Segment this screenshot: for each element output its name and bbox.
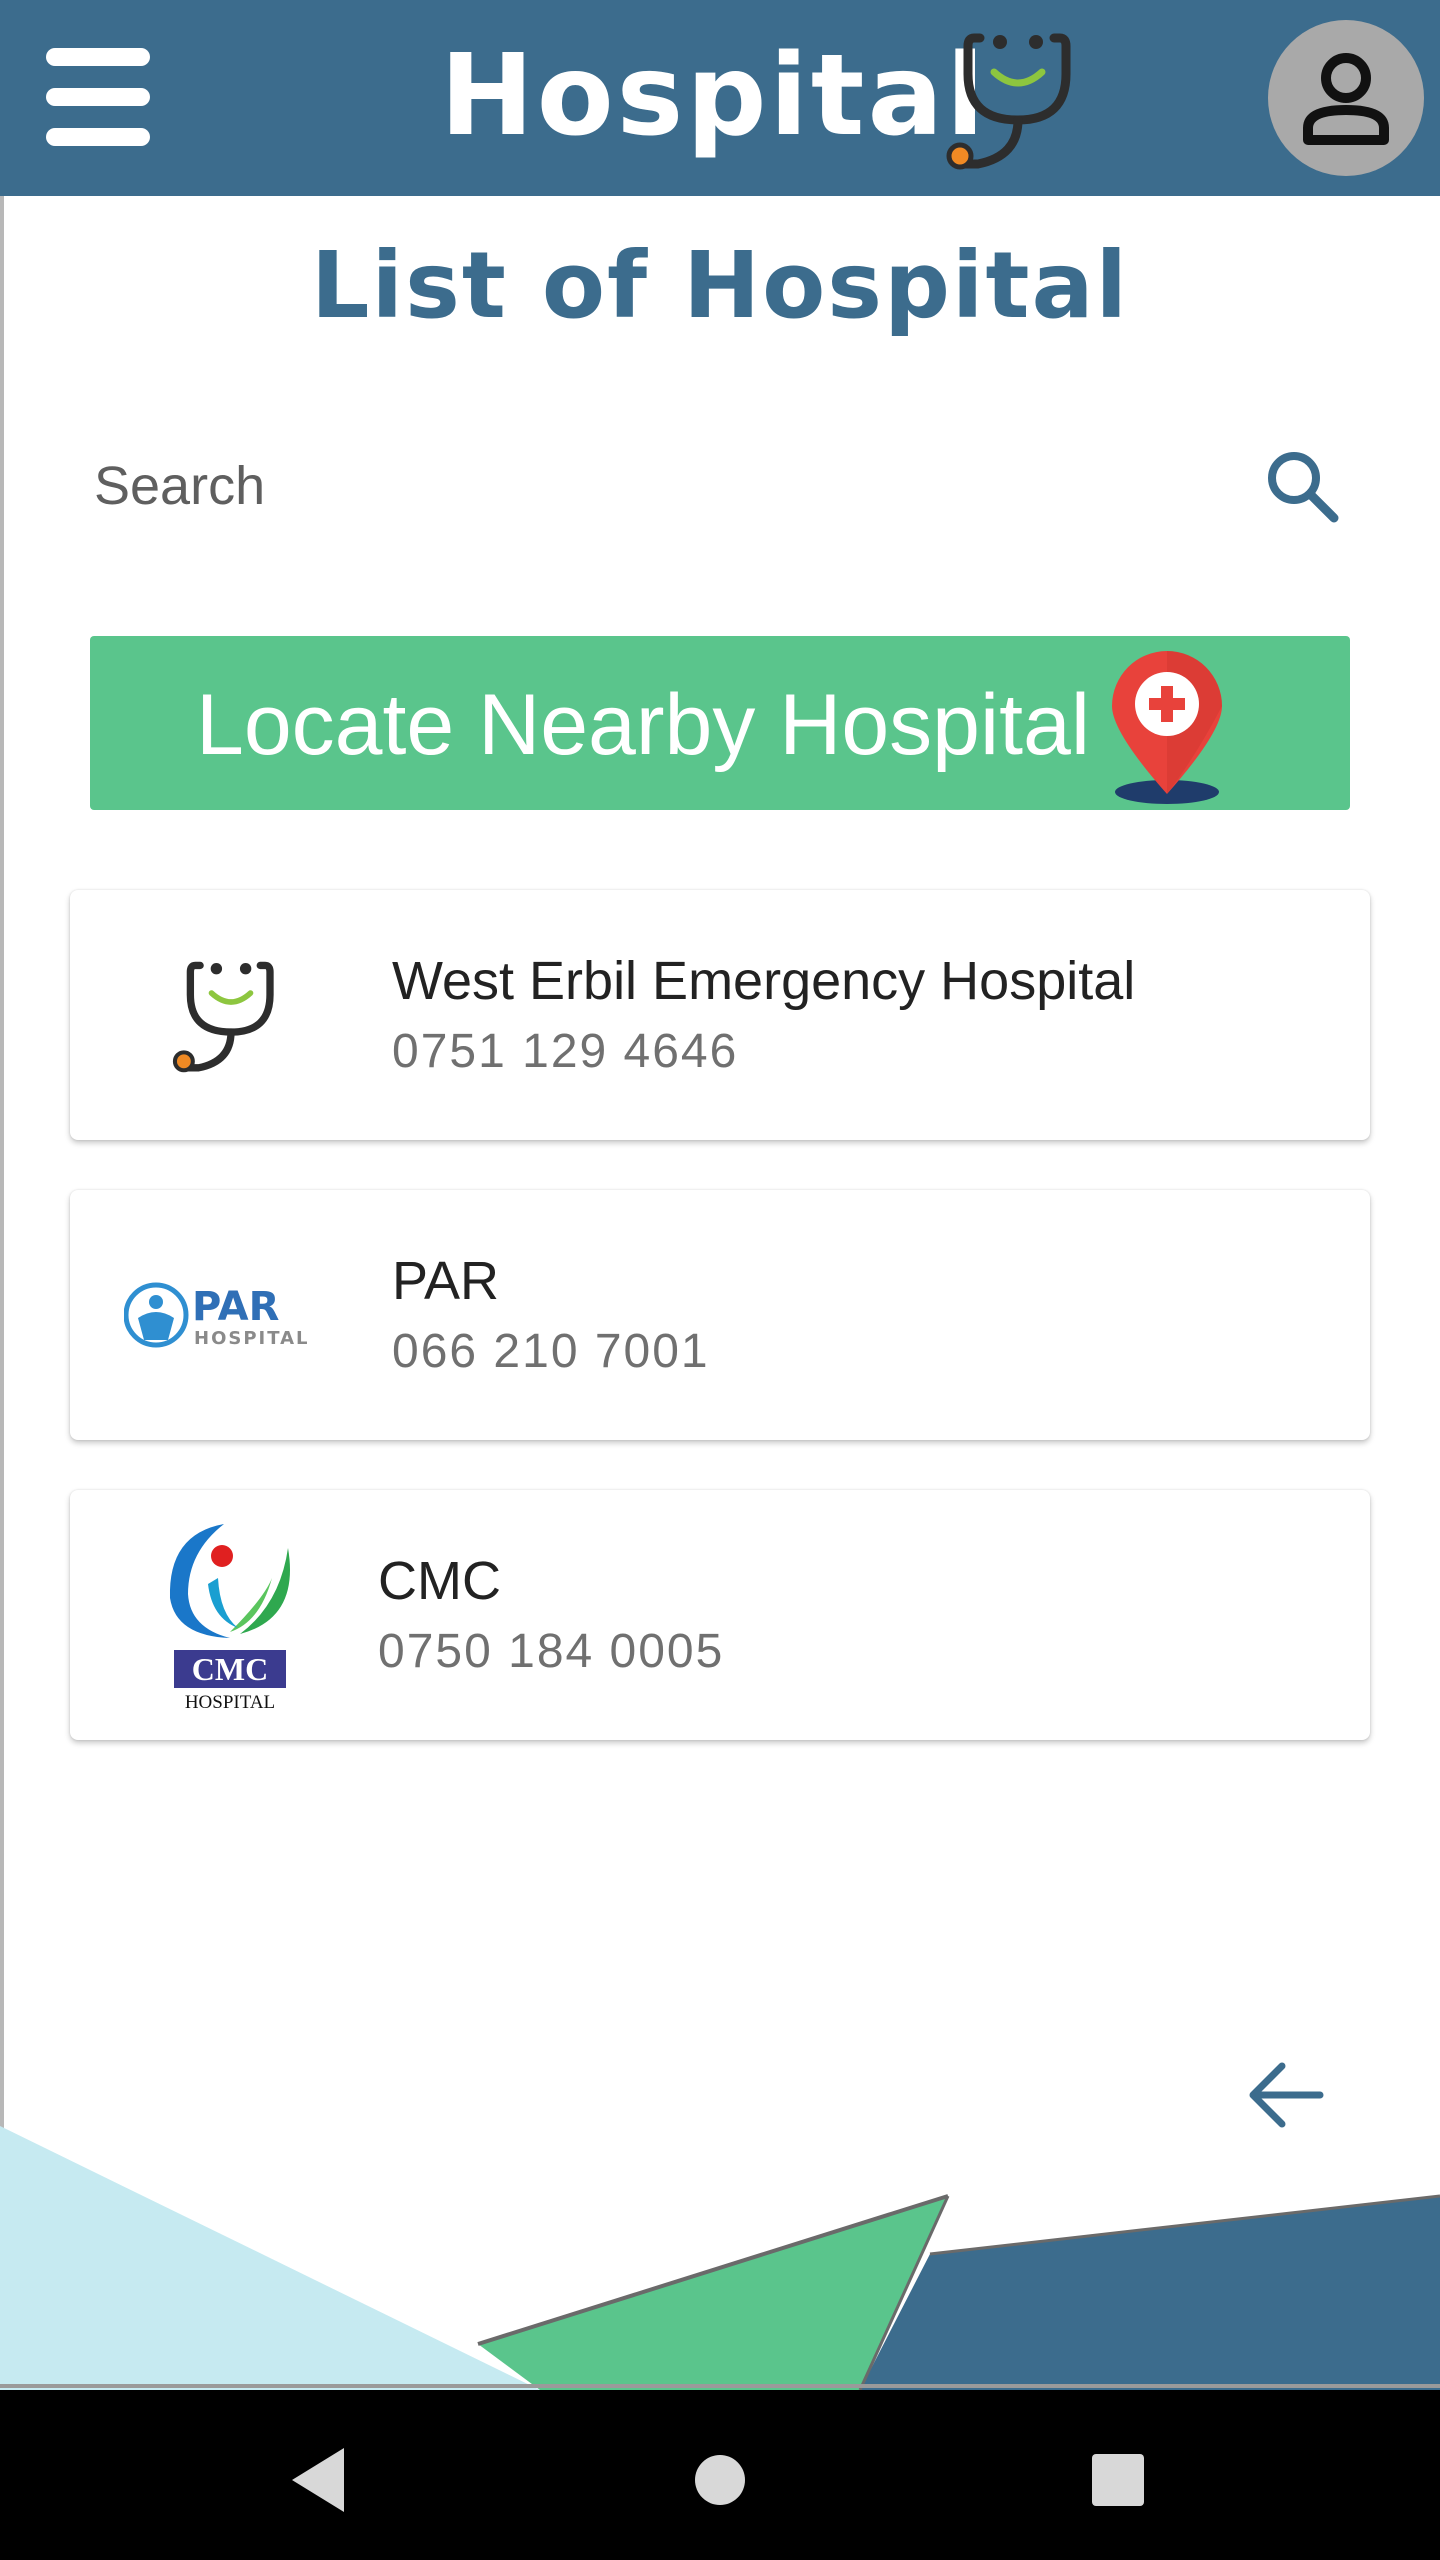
svg-text:HOSPITAL: HOSPITAL [185,1692,275,1713]
svg-text:PAR: PAR [192,1284,279,1330]
par-hospital-logo: PAR HOSPITAL [124,1282,310,1349]
page-title: List of Hospital [310,232,1130,339]
nav-recents-square-icon[interactable] [1068,2430,1168,2530]
nav-home-circle-icon[interactable] [670,2430,770,2530]
user-profile-icon[interactable] [1268,20,1424,176]
hospital-card[interactable]: West Erbil Emergency Hospital 0751 129 4… [70,890,1370,1140]
content-border [0,196,4,2386]
stethoscope-smile-logo [172,961,274,1073]
search-icon[interactable] [1258,442,1346,530]
hospital-card[interactable]: PAR HOSPITAL PAR 066 210 7001 [70,1190,1370,1440]
decorative-background-shapes [0,2126,1440,2390]
hospital-phone: 066 210 7001 [392,1325,710,1378]
locate-nearby-hospital-button[interactable]: Locate Nearby Hospital [90,636,1350,810]
hospital-name: West Erbil Emergency Hospital [392,951,1136,1011]
nav-back-triangle-icon[interactable] [270,2430,370,2530]
app-bar: Hospital [0,0,1440,196]
svg-text:HOSPITAL: HOSPITAL [194,1328,310,1349]
hospital-phone: 0750 184 0005 [378,1625,725,1678]
stethoscope-smile-icon [946,33,1071,170]
hospital-name: CMC [378,1551,501,1611]
locate-button-label: Locate Nearby Hospital [196,677,1090,773]
app-title: Hospital [440,31,988,161]
search-bar [70,420,1370,550]
map-pin-hospital-icon [1112,651,1222,804]
system-navigation-bar [0,2390,1440,2560]
svg-text:CMC: CMC [192,1651,268,1687]
hospital-phone: 0751 129 4646 [392,1025,739,1078]
hospital-card[interactable]: CMC HOSPITAL CMC 0750 184 0005 [70,1490,1370,1740]
cmc-hospital-logo: CMC HOSPITAL [169,1524,290,1713]
hospital-name: PAR [392,1251,500,1311]
search-input[interactable] [70,438,1200,534]
hamburger-menu-icon[interactable] [42,44,154,152]
